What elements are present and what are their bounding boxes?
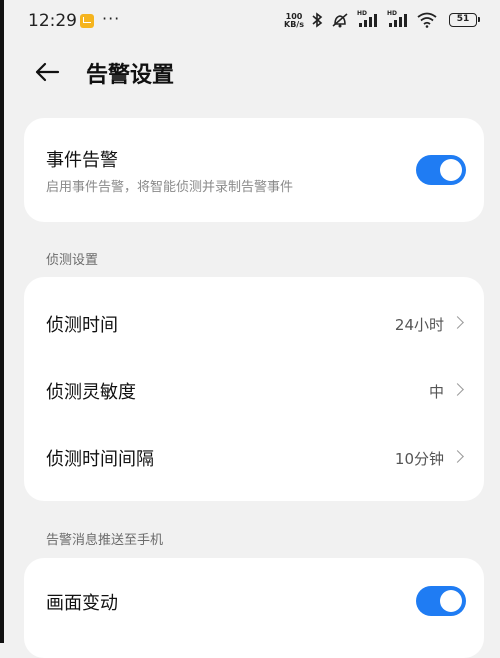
event-alarm-title: 事件告警: [46, 150, 118, 171]
screen-change-label: 画面变动: [46, 593, 118, 614]
screen-change-toggle[interactable]: [416, 586, 466, 616]
detection-interval-row[interactable]: 侦测时间间隔 10分钟: [24, 423, 484, 489]
detection-sensitivity-label: 侦测灵敏度: [46, 382, 136, 403]
back-arrow-icon: [35, 62, 60, 82]
toggle-knob: [440, 590, 462, 612]
bluetooth-icon: [312, 12, 323, 28]
signal-icon-sim2: HD: [387, 10, 409, 28]
status-icons: HD HD 51: [311, 10, 480, 28]
chevron-right-icon: [451, 383, 464, 396]
notification-app-icon: [80, 14, 94, 28]
detection-interval-value: 10分钟: [394, 450, 444, 468]
signal-icon-sim1: HD: [357, 10, 379, 28]
network-speed-unit: KB/s: [284, 20, 304, 29]
push-settings-label: 告警消息推送至手机: [46, 533, 164, 548]
detection-settings-card: 侦测时间 24小时 侦测灵敏度 中 侦测时间间隔 10分钟: [24, 277, 484, 501]
screen-change-row[interactable]: 画面变动: [24, 558, 484, 643]
event-alarm-row[interactable]: 事件告警 启用事件告警，将智能侦测并录制告警事件: [24, 118, 484, 222]
more-notifications-icon: ···: [102, 9, 121, 28]
chevron-right-icon: [451, 316, 464, 329]
event-alarm-toggle[interactable]: [416, 155, 466, 185]
page-title: 告警设置: [86, 63, 175, 88]
toggle-knob: [440, 159, 462, 181]
push-settings-card: 画面变动: [24, 558, 484, 658]
detection-time-row[interactable]: 侦测时间 24小时: [24, 289, 484, 355]
detection-time-label: 侦测时间: [46, 315, 118, 336]
wifi-icon: [417, 12, 437, 28]
detection-interval-label: 侦测时间间隔: [46, 449, 154, 470]
event-alarm-subtitle: 启用事件告警，将智能侦测并录制告警事件: [46, 180, 294, 195]
battery-icon: 51: [449, 13, 480, 27]
status-bar: 12:29 ··· 100 KB/s HD HD 51: [0, 0, 500, 46]
event-alarm-card: 事件告警 启用事件告警，将智能侦测并录制告警事件: [24, 118, 484, 222]
detection-sensitivity-value: 中: [428, 383, 444, 401]
status-time: 12:29: [28, 11, 77, 31]
app-header: 告警设置: [0, 46, 500, 98]
detection-settings-label: 侦测设置: [46, 253, 99, 268]
vibrate-muted-icon: [332, 13, 348, 28]
back-button[interactable]: [32, 58, 62, 86]
network-speed: 100 KB/s: [284, 13, 304, 29]
chevron-right-icon: [451, 450, 464, 463]
detection-sensitivity-row[interactable]: 侦测灵敏度 中: [24, 356, 484, 422]
detection-time-value: 24小时: [394, 316, 444, 334]
